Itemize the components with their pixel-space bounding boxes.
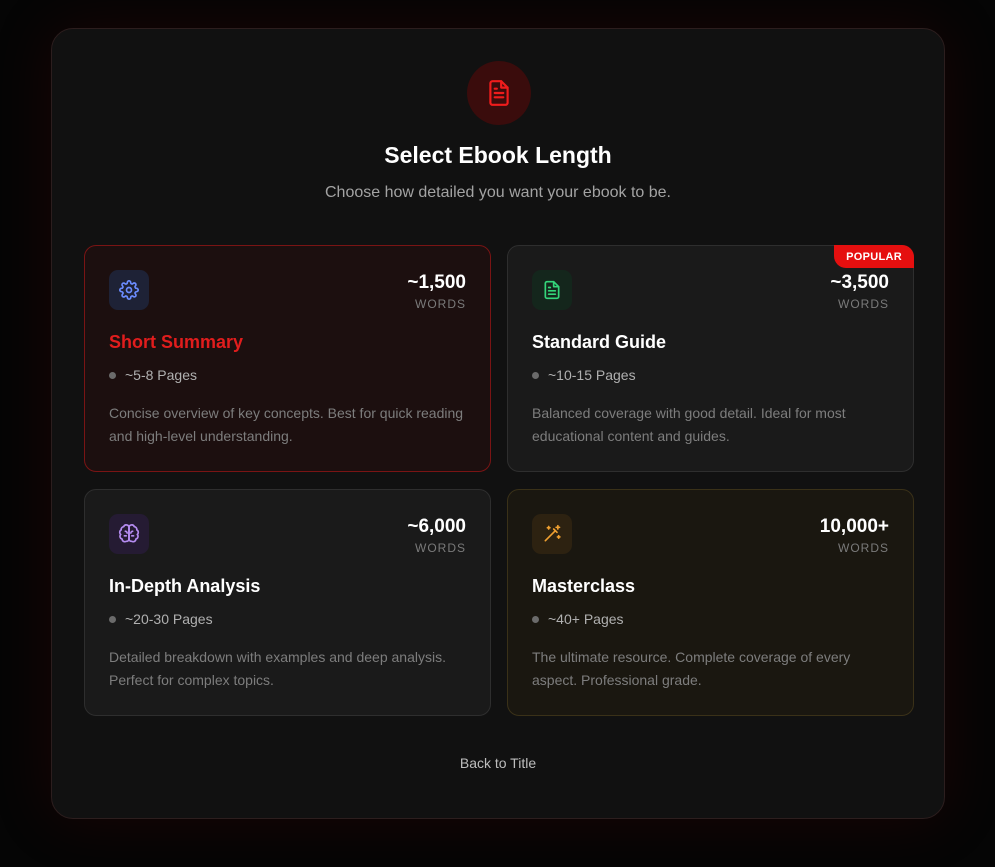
word-count: 10,000+ WORDS [820,516,889,555]
word-count-unit: WORDS [415,297,466,311]
back-to-title-button[interactable]: Back to Title [398,755,598,771]
page-estimate-label: ~10-15 Pages [548,367,636,383]
option-title: Masterclass [532,576,636,596]
option-description: Concise overview of key concepts. Best f… [109,405,464,444]
ebook-length-modal: Select Ebook Length Choose how detailed … [51,28,945,819]
brain-icon [109,514,149,554]
word-count-value: ~6,000 [407,516,466,537]
page-estimate-label: ~40+ Pages [548,611,624,627]
option-title: Short Summary [109,332,244,352]
popular-badge: POPULAR [834,245,914,268]
page-estimate: ~40+ Pages [532,611,624,627]
option-description: The ultimate resource. Complete coverage… [532,649,851,688]
page-estimate: ~5-8 Pages [109,367,197,383]
magic-wand-icon [532,514,572,554]
word-count: ~1,500 WORDS [407,272,466,311]
gear-icon [109,270,149,310]
word-count-unit: WORDS [838,541,889,555]
bullet-dot [109,615,116,623]
option-card-in-depth-analysis[interactable]: ~6,000 WORDS In-Depth Analysis ~20-30 Pa… [84,489,491,716]
word-count-value: 10,000+ [819,516,889,537]
word-count: ~6,000 WORDS [407,516,466,555]
option-title: Standard Guide [532,332,667,352]
page-estimate-label: ~20-30 Pages [125,611,213,627]
document-icon [532,270,572,310]
page-estimate: ~10-15 Pages [532,367,636,383]
modal-title: Select Ebook Length [384,142,612,168]
bullet-dot [532,371,539,379]
option-description: Detailed breakdown with examples and dee… [109,649,446,688]
word-count-value: ~1,500 [407,272,466,293]
bullet-dot [109,371,116,379]
bullet-dot [532,615,539,623]
word-count-unit: WORDS [838,297,889,311]
word-count-value: ~3,500 [830,272,889,293]
option-title: In-Depth Analysis [109,576,261,596]
document-icon [467,61,531,125]
page-estimate-label: ~5-8 Pages [125,367,197,383]
word-count-unit: WORDS [415,541,466,555]
page-estimate: ~20-30 Pages [109,611,213,627]
option-description: Balanced coverage with good detail. Idea… [532,405,846,444]
option-card-standard-guide[interactable]: POPULAR ~3,500 WORDS Standard Guide ~10-… [507,245,914,472]
option-card-short-summary[interactable]: ~1,500 WORDS Short Summary ~5-8 Pages Co… [84,245,491,472]
modal-subtitle: Choose how detailed you want your ebook … [324,184,671,201]
word-count: ~3,500 WORDS [830,272,889,311]
option-card-masterclass[interactable]: 10,000+ WORDS Masterclass ~40+ Pages The… [507,489,914,716]
